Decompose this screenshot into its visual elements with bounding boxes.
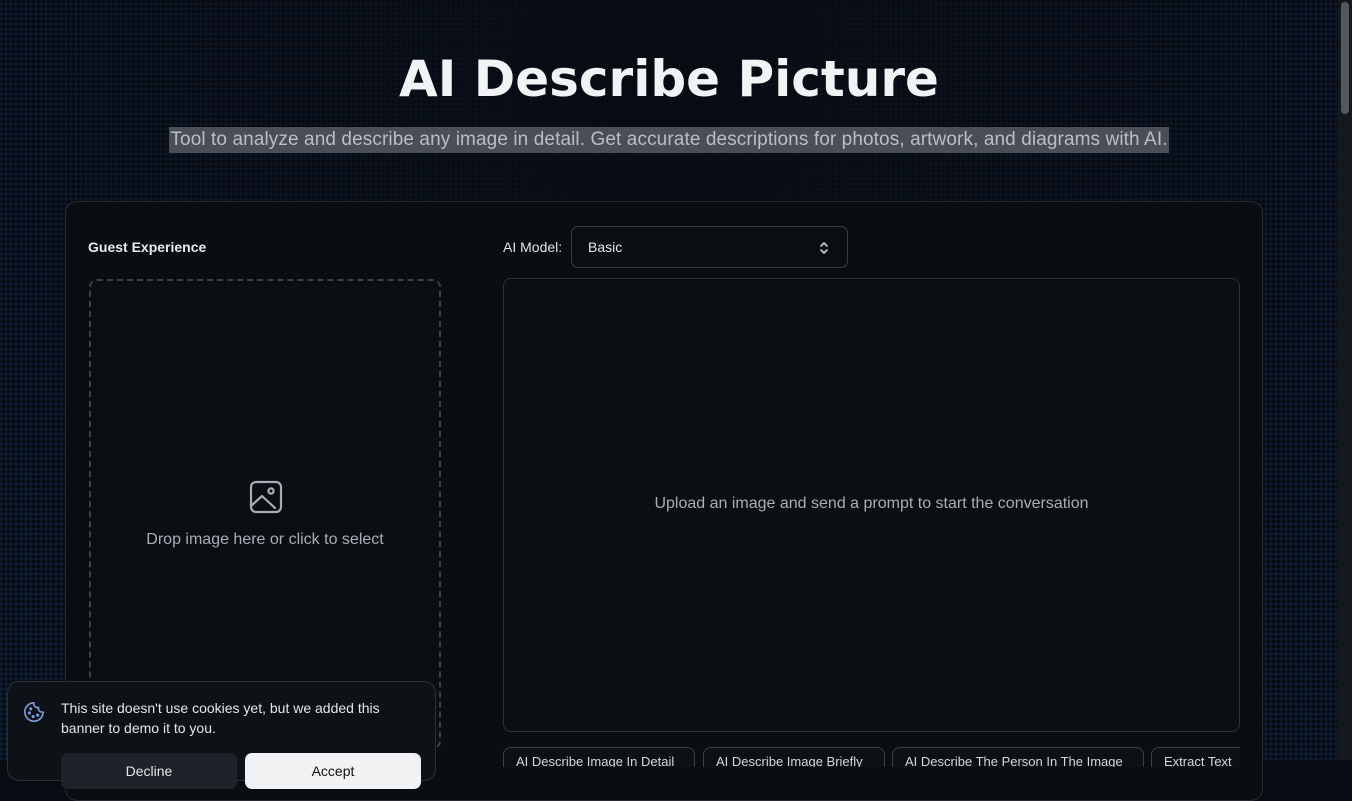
page-scrollbar[interactable] <box>1338 0 1352 760</box>
cookie-banner: This site doesn't use cookies yet, but w… <box>7 681 436 789</box>
prompt-chip-row: AI Describe Image In Detail AI Describe … <box>503 747 1240 767</box>
conversation-empty-state: Upload an image and send a prompt to sta… <box>654 495 1089 512</box>
guest-experience-label: Guest Experience <box>88 239 207 255</box>
page-title: AI Describe Picture <box>399 50 939 108</box>
conversation-panel: Upload an image and send a prompt to sta… <box>503 278 1240 732</box>
image-dropzone[interactable]: Drop image here or click to select <box>89 279 441 749</box>
chevron-up-down-icon <box>820 242 828 254</box>
ai-model-label: AI Model: <box>503 239 563 255</box>
prompt-chip-describe-detail[interactable]: AI Describe Image In Detail <box>503 747 695 767</box>
cookie-icon <box>24 702 44 722</box>
ai-model-selected-value: Basic <box>588 239 623 255</box>
ai-model-select[interactable]: Basic <box>571 226 848 268</box>
image-icon <box>249 480 283 514</box>
prompt-chip-describe-briefly[interactable]: AI Describe Image Briefly <box>703 747 885 767</box>
cookie-accept-button[interactable]: Accept <box>245 753 421 789</box>
page-subtitle: Tool to analyze and describe any image i… <box>169 127 1169 153</box>
cookie-decline-button[interactable]: Decline <box>61 753 237 789</box>
cookie-banner-text: This site doesn't use cookies yet, but w… <box>61 700 380 736</box>
prompt-chip-extract-text[interactable]: Extract Text <box>1151 747 1240 767</box>
dropzone-text: Drop image here or click to select <box>146 531 384 548</box>
scrollbar-thumb[interactable] <box>1341 2 1349 114</box>
subtitle-container: Tool to analyze and describe any image i… <box>0 127 1338 153</box>
prompt-chip-describe-person[interactable]: AI Describe The Person In The Image <box>892 747 1144 767</box>
